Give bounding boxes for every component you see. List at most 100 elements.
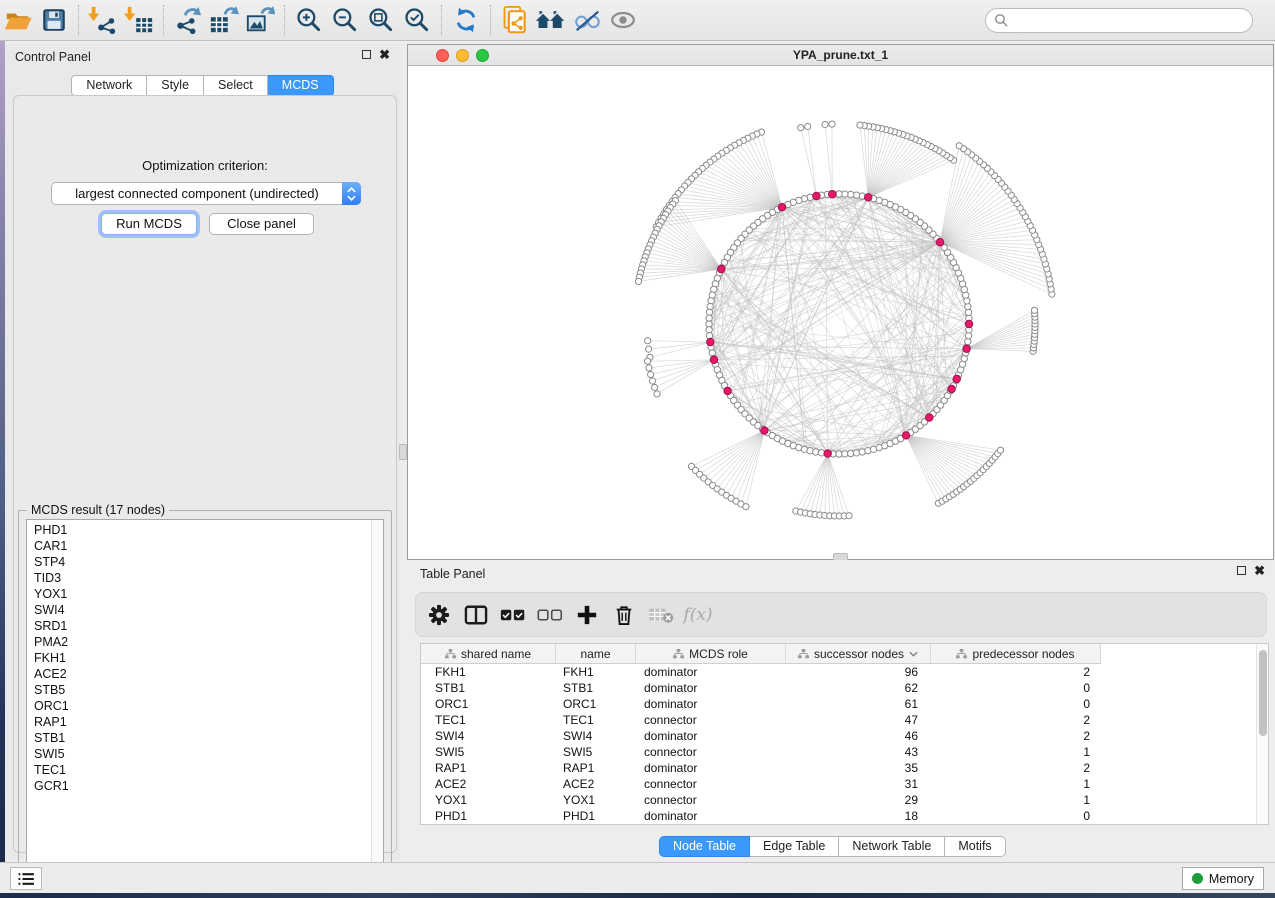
list-item[interactable]: YOX1	[27, 586, 371, 602]
table-cell: dominator	[636, 760, 786, 776]
tab-mcds[interactable]: MCDS	[268, 75, 334, 96]
table-cell: connector	[636, 712, 786, 728]
mcds-result-title: MCDS result (17 nodes)	[27, 503, 169, 517]
table-cell: 1	[931, 744, 1101, 760]
float-panel-icon[interactable]	[362, 50, 371, 59]
show-eye-icon[interactable]	[605, 3, 641, 37]
search-field[interactable]	[985, 8, 1253, 33]
table-scrollbar[interactable]	[1256, 644, 1268, 824]
node-table[interactable]: shared namenameMCDS rolesuccessor nodesp…	[420, 643, 1269, 825]
close-panel-icon[interactable]: ✖	[379, 49, 390, 60]
table-row[interactable]: TEC1TEC1connector472	[421, 712, 1256, 728]
close-panel-button[interactable]: Close panel	[209, 213, 314, 235]
window-close-icon[interactable]	[436, 49, 449, 62]
tab-style[interactable]: Style	[147, 75, 204, 96]
table-row[interactable]: SWI5SWI5connector431	[421, 744, 1256, 760]
table-scrollbar-thumb[interactable]	[1259, 650, 1267, 736]
list-item[interactable]: RAP1	[27, 714, 371, 730]
tab-motifs[interactable]: Motifs	[945, 836, 1005, 857]
control-panel-title: Control Panel	[15, 50, 91, 64]
search-input[interactable]	[1014, 14, 1252, 28]
network-window-titlebar[interactable]: YPA_prune.txt_1	[408, 45, 1273, 66]
add-column-icon[interactable]	[574, 602, 600, 628]
tab-network-table[interactable]: Network Table	[839, 836, 945, 857]
list-item[interactable]: PHD1	[27, 522, 371, 538]
table-cell: connector	[636, 776, 786, 792]
tab-node-table[interactable]: Node Table	[659, 836, 750, 857]
table-cell: 2	[931, 712, 1101, 728]
list-item[interactable]: FKH1	[27, 650, 371, 666]
list-item[interactable]: STB5	[27, 682, 371, 698]
network-canvas[interactable]	[408, 66, 1273, 559]
table-row[interactable]: SWI4SWI4dominator462	[421, 728, 1256, 744]
table-cell: FKH1	[421, 664, 556, 680]
zoom-in-icon[interactable]	[291, 3, 327, 37]
mcds-result-list[interactable]: PHD1CAR1STP4TID3YOX1SWI4SRD1PMA2FKH1ACE2…	[26, 519, 384, 873]
export-table-icon[interactable]	[206, 3, 242, 37]
tab-network[interactable]: Network	[71, 75, 147, 96]
hide-edges-icon[interactable]	[569, 3, 605, 37]
list-item[interactable]: SWI5	[27, 746, 371, 762]
run-mcds-button[interactable]: Run MCDS	[101, 213, 197, 235]
column-header[interactable]: successor nodes	[786, 644, 931, 664]
refresh-icon[interactable]	[448, 3, 484, 37]
list-scrollbar[interactable]	[371, 520, 383, 872]
list-item[interactable]: GCR1	[27, 778, 371, 794]
deselect-all-columns-icon[interactable]	[537, 602, 563, 628]
table-panel-title: Table Panel	[420, 567, 485, 581]
show-panels-list-button[interactable]	[10, 867, 42, 890]
table-row[interactable]: YOX1YOX1connector291	[421, 792, 1256, 808]
vertical-splitter-handle[interactable]	[399, 444, 407, 460]
select-stepper-icon	[342, 182, 361, 205]
open-file-icon[interactable]	[0, 3, 36, 37]
list-item[interactable]: PMA2	[27, 634, 371, 650]
list-item[interactable]: CAR1	[27, 538, 371, 554]
tab-select[interactable]: Select	[204, 75, 268, 96]
import-network-icon[interactable]	[85, 3, 121, 37]
column-header[interactable]: name	[556, 644, 636, 664]
table-row[interactable]: ACE2ACE2connector311	[421, 776, 1256, 792]
settings-gear-icon[interactable]	[426, 602, 452, 628]
list-item[interactable]: ACE2	[27, 666, 371, 682]
column-header[interactable]: predecessor nodes	[931, 644, 1101, 664]
table-cell: 1	[931, 792, 1101, 808]
memory-button[interactable]: Memory	[1182, 867, 1264, 890]
column-header[interactable]: MCDS role	[636, 644, 786, 664]
table-row[interactable]: RAP1RAP1dominator352	[421, 760, 1256, 776]
list-item[interactable]: STB1	[27, 730, 371, 746]
optimization-criterion-select[interactable]: largest connected component (undirected)	[51, 182, 361, 205]
list-item[interactable]: SRD1	[27, 618, 371, 634]
list-item[interactable]: STP4	[27, 554, 371, 570]
table-row[interactable]: PHD1PHD1dominator180	[421, 808, 1256, 824]
table-cell: 1	[931, 776, 1101, 792]
memory-status-icon	[1192, 873, 1203, 884]
zoom-selected-icon[interactable]	[399, 3, 435, 37]
home-networks-icon[interactable]	[533, 3, 569, 37]
window-maximize-icon[interactable]	[476, 49, 489, 62]
delete-column-icon[interactable]	[611, 602, 637, 628]
window-minimize-icon[interactable]	[456, 49, 469, 62]
column-header[interactable]: shared name	[421, 644, 556, 664]
zoom-fit-icon[interactable]	[363, 3, 399, 37]
table-cell: PHD1	[556, 808, 636, 824]
table-row[interactable]: ORC1ORC1dominator610	[421, 696, 1256, 712]
export-image-icon[interactable]	[242, 3, 278, 37]
list-item[interactable]: TID3	[27, 570, 371, 586]
table-row[interactable]: STB1STB1dominator620	[421, 680, 1256, 696]
table-cell: 0	[931, 680, 1101, 696]
tab-edge-table[interactable]: Edge Table	[750, 836, 839, 857]
export-network-icon[interactable]	[170, 3, 206, 37]
select-all-columns-icon[interactable]	[500, 602, 526, 628]
toolbar-separator	[284, 5, 285, 35]
float-table-panel-icon[interactable]	[1237, 566, 1246, 575]
list-item[interactable]: SWI4	[27, 602, 371, 618]
share-session-icon[interactable]	[497, 3, 533, 37]
import-table-icon[interactable]	[121, 3, 157, 37]
zoom-out-icon[interactable]	[327, 3, 363, 37]
save-session-icon[interactable]	[36, 3, 72, 37]
table-row[interactable]: FKH1FKH1dominator962	[421, 664, 1256, 680]
close-table-panel-icon[interactable]: ✖	[1254, 565, 1265, 576]
list-item[interactable]: ORC1	[27, 698, 371, 714]
list-item[interactable]: TEC1	[27, 762, 371, 778]
split-columns-icon[interactable]	[463, 602, 489, 628]
